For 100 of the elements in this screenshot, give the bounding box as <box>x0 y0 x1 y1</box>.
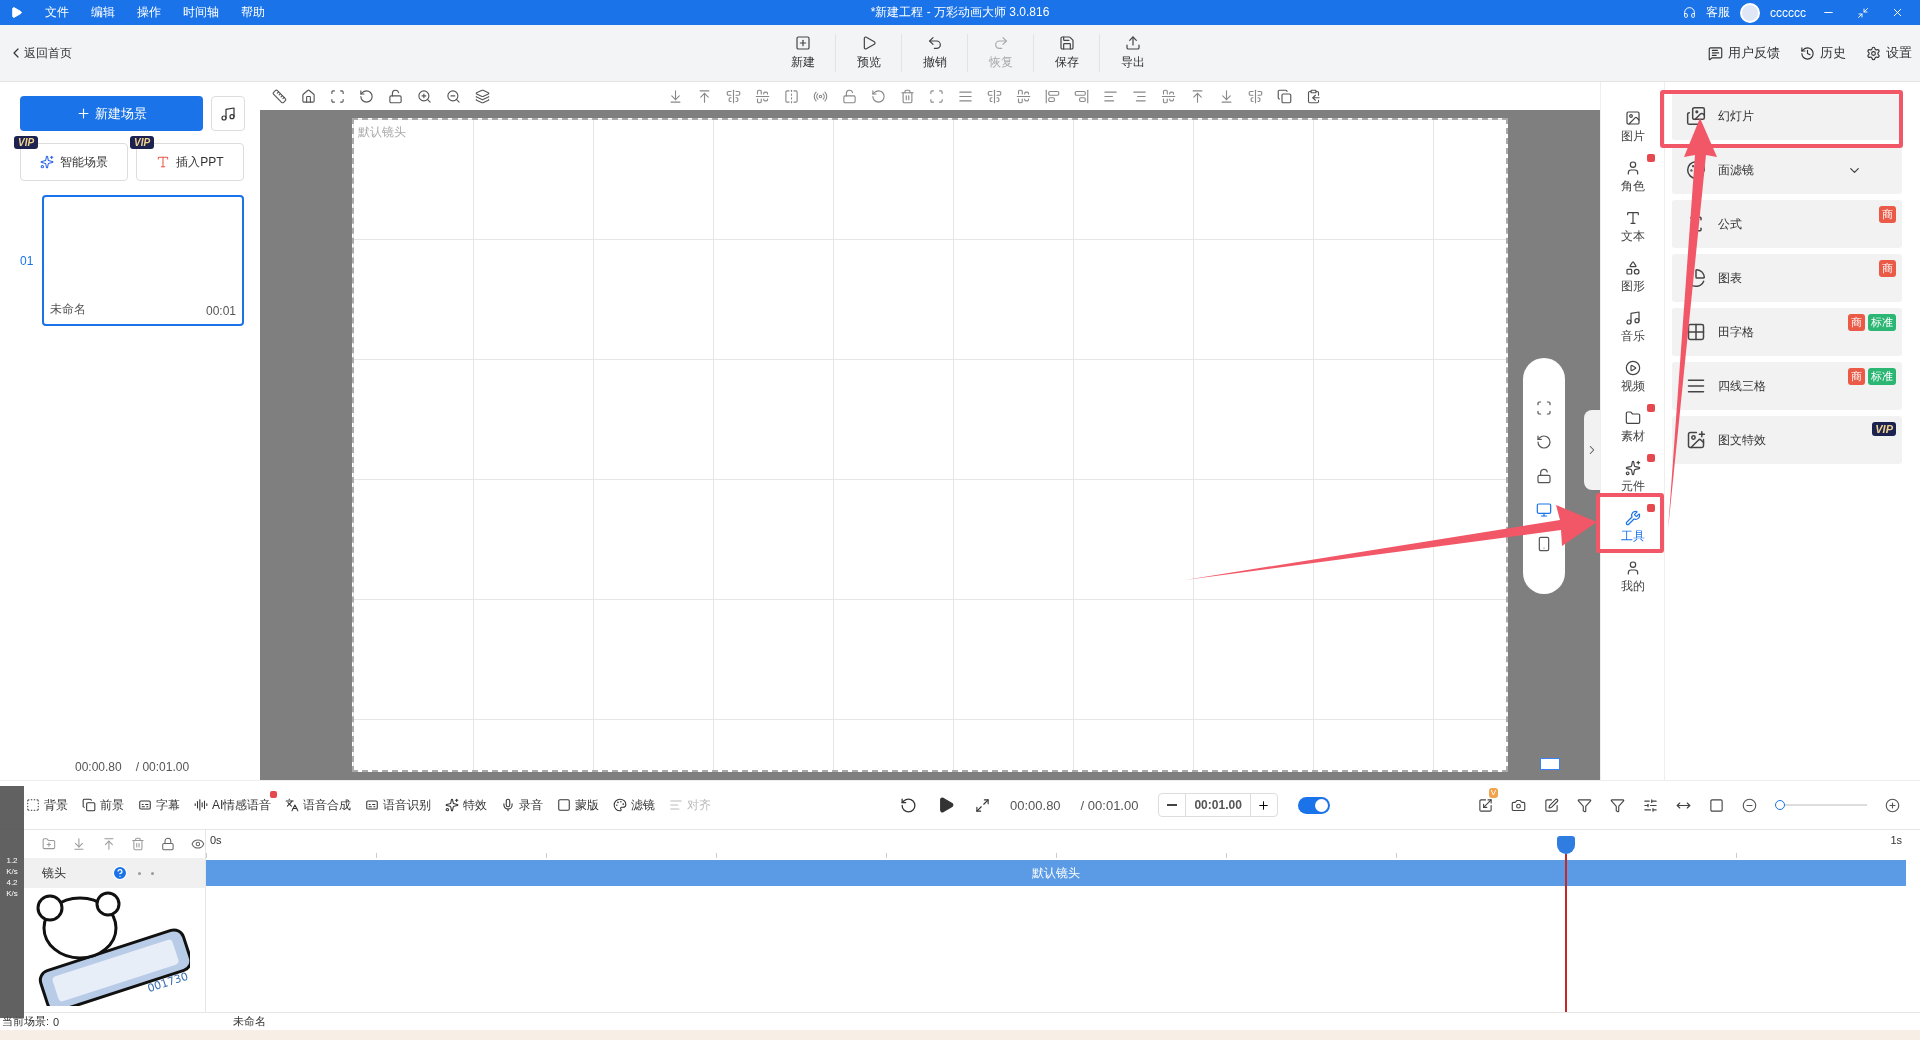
align-icon[interactable] <box>1016 88 1031 104</box>
toolbar-button[interactable]: 设置 <box>1866 44 1912 62</box>
service-link[interactable]: 客服 <box>1706 4 1730 21</box>
unlock-icon[interactable] <box>388 88 403 104</box>
rotate-icon[interactable] <box>359 88 374 104</box>
new-scene-button[interactable]: 新建场景 <box>20 96 203 131</box>
toolbar-button[interactable]: 撤销 <box>902 34 968 72</box>
category-tab[interactable]: 元件 <box>1606 452 1659 502</box>
help-icon[interactable] <box>112 865 128 881</box>
menu-item[interactable]: 帮助 <box>241 4 265 21</box>
play-icon[interactable] <box>937 796 955 814</box>
timeline-tool[interactable]: 特效 <box>445 796 488 814</box>
category-tab[interactable]: 图形 <box>1606 252 1659 302</box>
align-icon[interactable] <box>1161 88 1176 104</box>
tool-card[interactable]: 面滤镜 <box>1672 146 1902 194</box>
tool-card[interactable]: 田字格 商 标准 <box>1672 308 1902 356</box>
zoom-out-icon[interactable] <box>1742 797 1757 813</box>
toolbar-button[interactable]: 预览 <box>836 34 902 72</box>
back-link[interactable]: 返回首页 <box>8 44 72 62</box>
tool-card[interactable]: 图表 商 <box>1672 254 1902 302</box>
layers-icon[interactable] <box>475 88 490 104</box>
headset-icon[interactable] <box>1683 6 1696 19</box>
zoom-slider[interactable] <box>1775 799 1867 811</box>
tool-card[interactable]: 公式 商 <box>1672 200 1902 248</box>
unlock-icon[interactable] <box>842 88 857 104</box>
scene-card[interactable]: 未命名 00:01 <box>42 195 244 326</box>
eye-icon[interactable] <box>191 837 205 851</box>
category-tab[interactable]: 视频 <box>1606 352 1659 402</box>
toolbar-button[interactable]: 历史 <box>1800 44 1846 62</box>
toggle-switch[interactable] <box>1297 796 1330 814</box>
move-up-icon[interactable] <box>697 88 712 104</box>
align-bottom-icon[interactable] <box>1219 88 1234 104</box>
flip-icon[interactable] <box>784 88 799 104</box>
menu-item[interactable]: 文件 <box>45 4 69 21</box>
distribute-icon[interactable] <box>987 88 1002 104</box>
timeline-tool[interactable]: AI情感语音 <box>194 796 272 814</box>
lock-icon[interactable] <box>161 837 176 851</box>
home-icon[interactable] <box>301 88 316 104</box>
toolbar-button[interactable]: 导出 <box>1100 34 1166 72</box>
copy-icon[interactable] <box>1277 88 1292 104</box>
menu-item[interactable]: 操作 <box>137 4 161 21</box>
align-icon[interactable] <box>1248 88 1263 104</box>
timeline-tool[interactable]: 语音合成 <box>285 796 352 814</box>
align-left-icon[interactable] <box>1103 88 1118 104</box>
align-icon[interactable] <box>755 88 770 104</box>
timeline-tool[interactable]: 背景 <box>26 796 68 814</box>
timeline-tool[interactable]: 语音识别 <box>365 796 432 814</box>
add-folder-icon[interactable] <box>42 837 56 851</box>
toolbar-button[interactable]: 保存 <box>1034 34 1100 72</box>
align-icon[interactable] <box>1074 88 1089 104</box>
paste-icon[interactable] <box>1306 88 1321 104</box>
move-down-icon[interactable] <box>71 837 86 851</box>
trash-icon[interactable] <box>131 837 146 851</box>
move-down-icon[interactable] <box>668 88 683 104</box>
toolbar-button[interactable] <box>1709 797 1724 813</box>
category-tab[interactable]: 音乐 <box>1606 302 1659 352</box>
playhead-handle[interactable] <box>1557 836 1575 854</box>
menu-item[interactable]: 时间轴 <box>183 4 219 21</box>
category-tab[interactable]: 我的 <box>1606 552 1659 602</box>
tool-card[interactable]: 图文特效 VIP <box>1672 416 1902 464</box>
replay-icon[interactable] <box>900 796 917 814</box>
category-tab[interactable]: 角色 <box>1606 152 1659 202</box>
distribute-icon[interactable] <box>958 88 973 104</box>
move-up-icon[interactable] <box>101 837 116 851</box>
timeline-tool[interactable]: 前景 <box>82 796 124 814</box>
scan-icon[interactable] <box>929 88 944 104</box>
align-top-icon[interactable] <box>1190 88 1205 104</box>
fit-screen-icon[interactable] <box>330 88 345 104</box>
phone-icon[interactable] <box>1536 536 1552 552</box>
align-icon[interactable] <box>726 88 741 104</box>
rotate-icon[interactable] <box>871 88 886 104</box>
music-button[interactable] <box>211 96 245 131</box>
fullscreen-icon[interactable] <box>975 797 990 813</box>
monitor-icon[interactable] <box>1536 502 1552 518</box>
ruler-icon[interactable] <box>272 88 287 104</box>
menu-item[interactable]: 编辑 <box>91 4 115 21</box>
timeline-tool[interactable]: 蒙版 <box>557 796 600 814</box>
category-tab[interactable]: 素材 <box>1606 402 1659 452</box>
zoom-in-icon[interactable] <box>1885 797 1900 813</box>
toolbar-button[interactable]: 新建 <box>770 34 836 72</box>
toolbar-button[interactable]: 用户反馈 <box>1708 44 1780 62</box>
toolbar-button[interactable] <box>1544 797 1559 813</box>
toolbar-button[interactable] <box>1511 797 1526 813</box>
zoom-in-icon[interactable] <box>417 88 432 104</box>
category-tab[interactable]: 图片 <box>1606 102 1659 152</box>
unlock-icon[interactable] <box>1536 468 1552 484</box>
category-tab[interactable]: 文本 <box>1606 202 1659 252</box>
screen-ratio-icon[interactable] <box>1540 758 1560 770</box>
expand-tab[interactable] <box>1584 410 1600 490</box>
slider-thumb[interactable] <box>1775 800 1785 810</box>
rotate-icon[interactable] <box>1536 434 1552 450</box>
timeline-tool[interactable]: 录音 <box>501 796 544 814</box>
align-icon[interactable] <box>1045 88 1060 104</box>
trash-icon[interactable] <box>900 88 915 104</box>
duration-stepper[interactable]: 00:01.00 <box>1158 793 1278 817</box>
fit-screen-icon[interactable] <box>1536 400 1552 416</box>
category-tab[interactable]: 工具 <box>1606 502 1659 552</box>
tool-card[interactable]: 幻灯片 <box>1672 92 1902 140</box>
user-avatar[interactable] <box>1740 2 1760 23</box>
zoom-out-icon[interactable] <box>446 88 461 104</box>
